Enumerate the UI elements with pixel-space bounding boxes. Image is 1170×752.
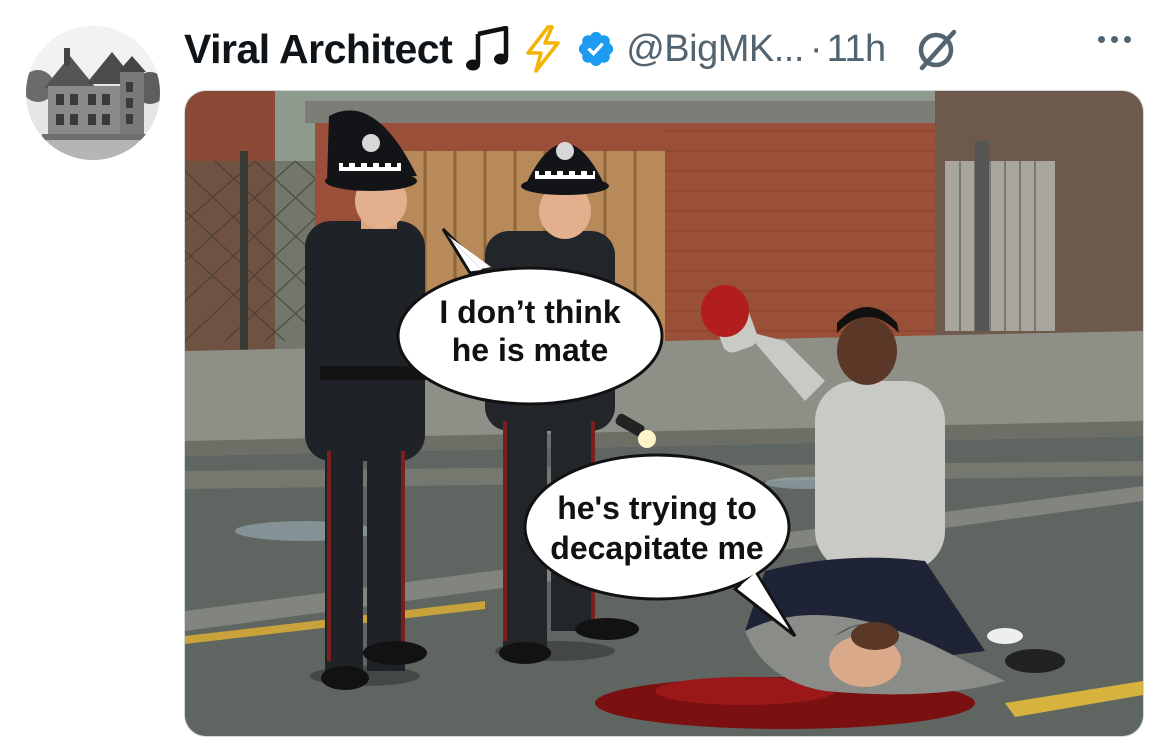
avatar[interactable] xyxy=(26,26,160,160)
comic-illustration: I don’t think he is mate he's trying to … xyxy=(185,91,1143,736)
speech-bubble-1-line-1: I don’t think xyxy=(439,294,621,330)
tweet-header: Viral Architect @BigMK... · 11h xyxy=(184,18,960,80)
house-avatar-image xyxy=(26,26,160,160)
more-options-icon[interactable] xyxy=(1098,36,1131,43)
speech-bubble-2-line-2: decapitate me xyxy=(550,530,763,566)
lightning-icon xyxy=(524,25,562,73)
speech-bubble-1-line-2: he is mate xyxy=(452,332,609,368)
verified-badge-icon[interactable] xyxy=(576,29,616,69)
grok-icon[interactable] xyxy=(914,26,960,72)
speech-bubble-2-line-1: he's trying to xyxy=(557,490,757,526)
timestamp[interactable]: 11h xyxy=(827,28,887,71)
display-name[interactable]: Viral Architect xyxy=(184,26,453,73)
tweet-media-image[interactable]: I don’t think he is mate he's trying to … xyxy=(184,90,1144,737)
music-notes-icon xyxy=(466,26,510,72)
handle[interactable]: @BigMK... xyxy=(626,28,804,71)
tweet[interactable]: Viral Architect @BigMK... · 11h I don’t … xyxy=(0,0,1170,752)
separator: · xyxy=(809,27,823,70)
